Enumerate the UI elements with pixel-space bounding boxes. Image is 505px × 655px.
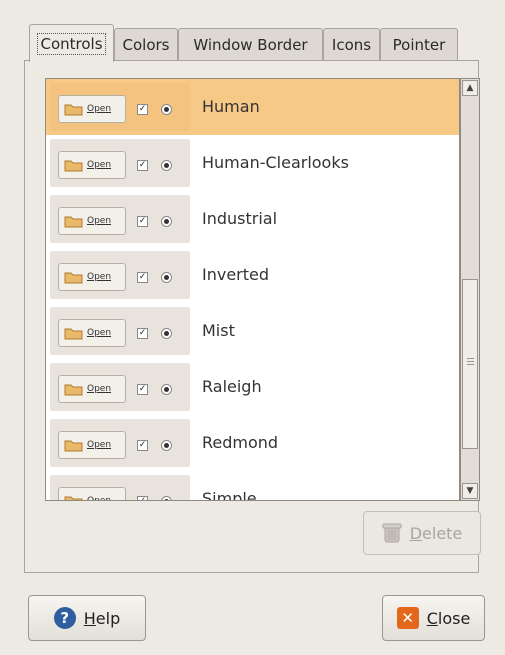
tab-controls[interactable]: Controls (29, 24, 114, 62)
scroll-down-icon[interactable]: ▼ (462, 483, 478, 499)
theme-row[interactable]: Open ✓ Mist (46, 303, 459, 359)
theme-name: Industrial (202, 209, 278, 228)
tab-label: Window Border (193, 35, 308, 54)
help-button[interactable]: ? Help (28, 595, 146, 641)
close-label: Close (426, 608, 471, 628)
preview-radio-icon (161, 328, 172, 339)
preview-checkbox-icon: ✓ (137, 272, 148, 283)
preview-checkbox-icon: ✓ (137, 496, 148, 500)
theme-row[interactable]: Open ✓ Industrial (46, 191, 459, 247)
close-button[interactable]: ✕ Close (382, 595, 485, 641)
folder-icon (64, 272, 83, 284)
theme-row[interactable]: Open ✓ Redmond (46, 415, 459, 471)
preview-open-label: Open (87, 328, 112, 338)
theme-list[interactable]: Open ✓ Human Open ✓ Human-Clearlooks Open ✓ Indu… (45, 78, 460, 501)
theme-name: Raleigh (202, 377, 262, 396)
preview-checkbox-icon: ✓ (137, 104, 148, 115)
preview-open-button: Open (58, 319, 126, 347)
tab-label: Controls (37, 32, 106, 55)
delete-label: Delete (409, 523, 463, 543)
preview-open-label: Open (87, 216, 112, 226)
preview-checkbox-icon: ✓ (137, 216, 148, 227)
preview-radio-icon (161, 216, 172, 227)
theme-row[interactable]: Open ✓ Raleigh (46, 359, 459, 415)
theme-name: Simple (202, 489, 257, 501)
preview-checkbox-icon: ✓ (137, 160, 148, 171)
tab-window-border[interactable]: Window Border (178, 28, 323, 60)
preview-radio-icon (161, 384, 172, 395)
folder-icon (64, 160, 83, 172)
preview-open-label: Open (87, 104, 112, 114)
preview-radio-icon (161, 160, 172, 171)
theme-preview: Open ✓ (50, 475, 190, 501)
preview-open-button: Open (58, 151, 126, 179)
preview-radio-icon (161, 496, 172, 500)
folder-icon (64, 496, 83, 500)
folder-icon (64, 216, 83, 228)
preview-radio-icon (161, 440, 172, 451)
theme-name: Human (202, 97, 260, 116)
tab-icons[interactable]: Icons (323, 28, 380, 60)
theme-preview: Open ✓ (50, 363, 190, 411)
scroll-up-icon[interactable]: ▲ (462, 80, 478, 96)
theme-row[interactable]: Open ✓ Inverted (46, 247, 459, 303)
preview-radio-icon (161, 272, 172, 283)
theme-preview: Open ✓ (50, 307, 190, 355)
preview-open-label: Open (87, 496, 112, 501)
preview-checkbox-icon: ✓ (137, 384, 148, 395)
preview-checkbox-icon: ✓ (137, 328, 148, 339)
preview-open-button: Open (58, 95, 126, 123)
grip-icon (467, 358, 474, 359)
folder-icon (64, 440, 83, 452)
theme-preview: Open ✓ (50, 139, 190, 187)
close-icon: ✕ (396, 607, 419, 629)
preview-checkbox-icon: ✓ (137, 440, 148, 451)
theme-preview: Open ✓ (50, 83, 190, 131)
folder-icon (64, 384, 83, 396)
preview-open-button: Open (58, 431, 126, 459)
theme-preview: Open ✓ (50, 419, 190, 467)
folder-icon (64, 328, 83, 340)
tab-label: Icons (331, 35, 372, 54)
trash-icon (382, 523, 402, 543)
theme-row[interactable]: Open ✓ Human-Clearlooks (46, 135, 459, 191)
preview-open-label: Open (87, 384, 112, 394)
tab-label: Pointer (392, 35, 446, 54)
theme-preview: Open ✓ (50, 195, 190, 243)
scrollbar-thumb[interactable] (462, 279, 478, 449)
theme-name: Redmond (202, 433, 279, 452)
preview-open-label: Open (87, 440, 112, 450)
tab-label: Colors (122, 35, 170, 54)
preview-open-button: Open (58, 207, 126, 235)
theme-name: Mist (202, 321, 235, 340)
tab-colors[interactable]: Colors (114, 28, 178, 60)
preview-open-button: Open (58, 263, 126, 291)
help-icon: ? (53, 607, 76, 629)
help-label: Help (83, 608, 121, 628)
preview-open-button: Open (58, 487, 126, 501)
theme-name: Human-Clearlooks (202, 153, 349, 172)
theme-name: Inverted (202, 265, 270, 284)
preview-open-label: Open (87, 272, 112, 282)
preview-open-label: Open (87, 160, 112, 170)
theme-row[interactable]: Open ✓ Human (46, 79, 459, 135)
delete-button[interactable]: Delete (363, 511, 481, 555)
preview-open-button: Open (58, 375, 126, 403)
theme-row[interactable]: Open ✓ Simple (46, 471, 459, 501)
folder-icon (64, 104, 83, 116)
vertical-scrollbar[interactable]: ▲ ▼ (460, 78, 480, 501)
tab-pointer[interactable]: Pointer (380, 28, 458, 60)
theme-preview: Open ✓ (50, 251, 190, 299)
preview-radio-icon (161, 104, 172, 115)
